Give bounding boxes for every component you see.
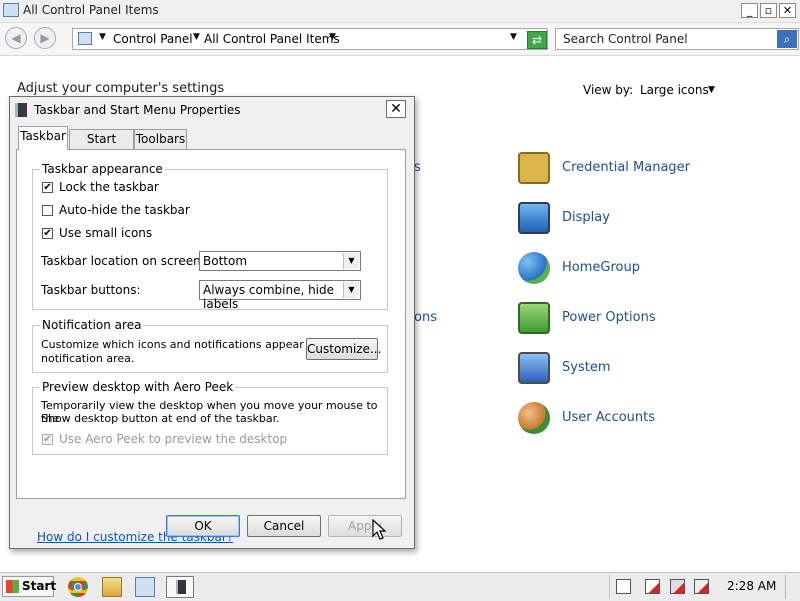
taskbar-properties-icon[interactable] [166,576,194,598]
maximize-button[interactable]: ▫ [760,3,777,18]
dialog-close-button[interactable]: ✕ [386,100,406,118]
forward-button[interactable]: ▶ [34,27,56,49]
control-panel-icon [78,32,92,45]
tray-divider [609,575,610,599]
system-icon [518,352,550,384]
chevron-down-icon[interactable]: ▼ [99,32,106,42]
tab-taskbar[interactable]: Taskbar [18,126,68,150]
system-clock[interactable]: 2:28 AM [727,579,776,593]
group-legend: Preview desktop with Aero Peek [40,380,236,394]
aero-peek-label[interactable]: Use Aero Peek to preview the desktop [59,432,287,446]
file-explorer-icon[interactable] [102,577,122,597]
item-label[interactable]: User Accounts [562,410,655,425]
taskbar-tab-panel: Taskbar appearance ✔ Lock the taskbar Au… [16,149,406,544]
partial-item-link[interactable]: s [414,160,421,175]
search-icon[interactable]: ⌕ [777,30,797,48]
chevron-down-icon[interactable]: ▼ [343,253,359,269]
search-placeholder: Search Control Panel [563,32,688,46]
power-options-icon [518,302,550,334]
group-legend: Notification area [40,318,144,332]
taskbar: Start 2:28 AM [0,572,800,601]
location-select[interactable]: Bottom ▼ [199,251,361,271]
item-label[interactable]: Display [562,210,610,225]
chevron-down-icon[interactable]: ▼ [329,32,336,42]
item-system[interactable]: System [518,352,758,386]
user-accounts-icon [518,402,550,434]
start-button[interactable]: Start [2,576,57,597]
view-by-label: View by: [583,83,634,97]
credential-manager-icon [518,152,550,184]
item-label[interactable]: HomeGroup [562,260,640,275]
window-titlebar: All Control Panel Items _ ▫ ✕ [0,0,800,23]
notification-text: notification area. [41,352,135,365]
item-label[interactable]: Credential Manager [562,160,690,175]
breadcrumb-all-items[interactable]: All Control Panel Items [204,32,340,46]
small-icons-checkbox[interactable]: ✔ [42,228,53,239]
partial-item-link[interactable]: ons [414,310,437,325]
small-icons-label[interactable]: Use small icons [59,226,152,240]
windows-logo-icon [6,580,19,593]
tab-toolbars[interactable]: Toolbars [134,129,187,149]
cancel-button[interactable]: Cancel [247,515,321,537]
autohide-checkbox[interactable] [42,205,53,216]
aero-peek-text: Show desktop button at end of the taskba… [41,412,280,425]
display-icon [518,202,550,234]
show-desktop-button[interactable] [785,575,799,599]
lock-taskbar-label[interactable]: Lock the taskbar [59,180,159,194]
volume-muted-icon[interactable] [694,579,709,594]
chevron-down-icon[interactable]: ▼ [193,32,200,42]
location-label: Taskbar location on screen: [41,254,205,268]
aero-peek-group: Preview desktop with Aero Peek Temporari… [32,380,388,455]
item-user-accounts[interactable]: User Accounts [518,402,758,436]
tab-start-menu[interactable]: Start Menu [69,129,134,164]
apply-button[interactable]: Apply [328,515,402,537]
control-panel-icon[interactable] [135,577,155,597]
chevron-down-icon[interactable]: ▼ [343,282,359,298]
aero-peek-checkbox[interactable]: ✔ [42,434,53,445]
network-icon[interactable] [670,579,685,594]
address-bar[interactable]: ▼ Control Panel ▼ All Control Panel Item… [72,28,548,50]
taskbar-properties-dialog: Taskbar and Start Menu Properties ✕ Task… [9,96,415,549]
window-title: All Control Panel Items [23,3,159,17]
item-label[interactable]: Power Options [562,310,656,325]
ok-button[interactable]: OK [166,515,240,537]
dialog-title: Taskbar and Start Menu Properties [34,103,241,117]
item-power-options[interactable]: Power Options [518,302,758,336]
navigation-bar: ◀ ▶ ▼ Control Panel ▼ All Control Panel … [0,23,800,56]
location-value: Bottom [203,254,248,268]
customize-button[interactable]: Customize... [306,338,381,360]
control-panel-icon [3,3,19,17]
chrome-icon[interactable] [68,577,88,597]
minimize-button[interactable]: _ [741,3,758,18]
security-flag-icon[interactable] [645,579,660,594]
item-credential-manager[interactable]: Credential Manager [518,152,758,186]
lock-taskbar-checkbox[interactable]: ✔ [42,182,53,193]
group-legend: Taskbar appearance [40,162,165,176]
start-label: Start [22,579,57,593]
close-button[interactable]: ✕ [779,3,796,18]
notification-area-group: Notification area Customize which icons … [32,318,388,373]
buttons-select[interactable]: Always combine, hide labels ▼ [199,280,361,311]
refresh-button[interactable]: ⇄ [527,31,547,49]
breadcrumb-control-panel[interactable]: Control Panel [113,32,193,46]
taskbar-properties-icon [15,103,27,117]
mouse-cursor-icon [372,519,387,540]
item-homegroup[interactable]: HomeGroup [518,252,758,286]
action-center-icon[interactable] [616,579,631,594]
chevron-down-icon[interactable]: ▼ [708,85,715,95]
buttons-value: Always combine, hide labels [203,283,335,311]
autohide-label[interactable]: Auto-hide the taskbar [59,203,190,217]
address-dropdown-icon[interactable]: ▼ [510,32,517,42]
taskbar-appearance-group: Taskbar appearance ✔ Lock the taskbar Au… [32,162,388,311]
notification-text: Customize which icons and notifications … [41,338,339,351]
item-label[interactable]: System [562,360,610,375]
item-display[interactable]: Display [518,202,758,236]
view-by-dropdown[interactable]: Large icons [640,83,709,97]
homegroup-icon [518,252,550,284]
search-input[interactable]: Search Control Panel ⌕ [555,28,799,50]
buttons-label: Taskbar buttons: [41,283,141,297]
back-button[interactable]: ◀ [5,27,27,49]
page-heading: Adjust your computer's settings [17,81,225,96]
